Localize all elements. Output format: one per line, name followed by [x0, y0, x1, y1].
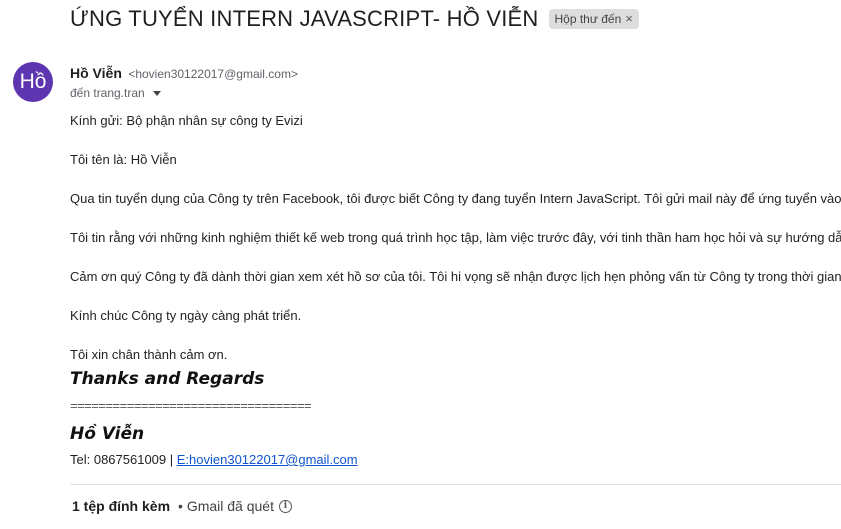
signature-regards: Thanks and Regards: [70, 369, 265, 389]
signature-divider: ==================================: [70, 398, 312, 413]
body-paragraph-1: Qua tin tuyển dụng của Công ty trên Face…: [70, 191, 841, 206]
email-header: ỨNG TUYỂN INTERN JAVASCRIPT- HỒ VIỄN Hộp…: [70, 6, 639, 32]
attachments-divider: [70, 484, 841, 485]
body-paragraph-3: Cảm ơn quý Công ty đã dành thời gian xem…: [70, 269, 841, 284]
gmail-scan-label: • Gmail đã quét: [178, 498, 274, 514]
sender-info: Hồ Viễn <hovien30122017@gmail.com>: [70, 65, 298, 83]
signature-tel: Tel: 0867561009 |: [70, 452, 177, 467]
attachment-count: 1 tệp đính kèm: [72, 498, 171, 514]
inbox-label-chip[interactable]: Hộp thư đến ×: [548, 9, 639, 29]
body-paragraph-2: Tôi tin rằng với những kinh nghiệm thiết…: [70, 230, 841, 245]
body-thanks: Tôi xin chân thành cảm ơn.: [70, 347, 228, 362]
attachments-bar: 1 tệp đính kèm • Gmail đã quét i: [72, 498, 292, 514]
signature-contact: Tel: 0867561009 | E:hovien30122017@gmail…: [70, 452, 358, 467]
chevron-down-icon[interactable]: [152, 91, 161, 96]
recipient-text: đến trang.tran: [70, 86, 145, 100]
signature-name: Hồ Viễn: [70, 424, 145, 444]
sender-name[interactable]: Hồ Viễn: [70, 65, 122, 81]
recipient-details-toggle[interactable]: đến trang.tran: [70, 86, 161, 100]
signature-email-link[interactable]: E:hovien30122017@gmail.com: [177, 452, 358, 467]
body-intro: Tôi tên là: Hồ Viễn: [70, 152, 177, 167]
body-greeting: Kính gửi: Bộ phận nhân sự công ty Evizi: [70, 113, 303, 128]
sender-email: <hovien30122017@gmail.com>: [128, 67, 298, 81]
inbox-label-text: Hộp thư đến: [554, 11, 622, 26]
info-icon[interactable]: i: [278, 499, 292, 513]
remove-label-icon[interactable]: ×: [625, 11, 633, 26]
body-wish: Kính chúc Công ty ngày càng phát triển.: [70, 308, 302, 323]
email-subject: ỨNG TUYỂN INTERN JAVASCRIPT- HỒ VIỄN: [70, 6, 539, 31]
sender-avatar[interactable]: Hồ: [13, 62, 53, 102]
